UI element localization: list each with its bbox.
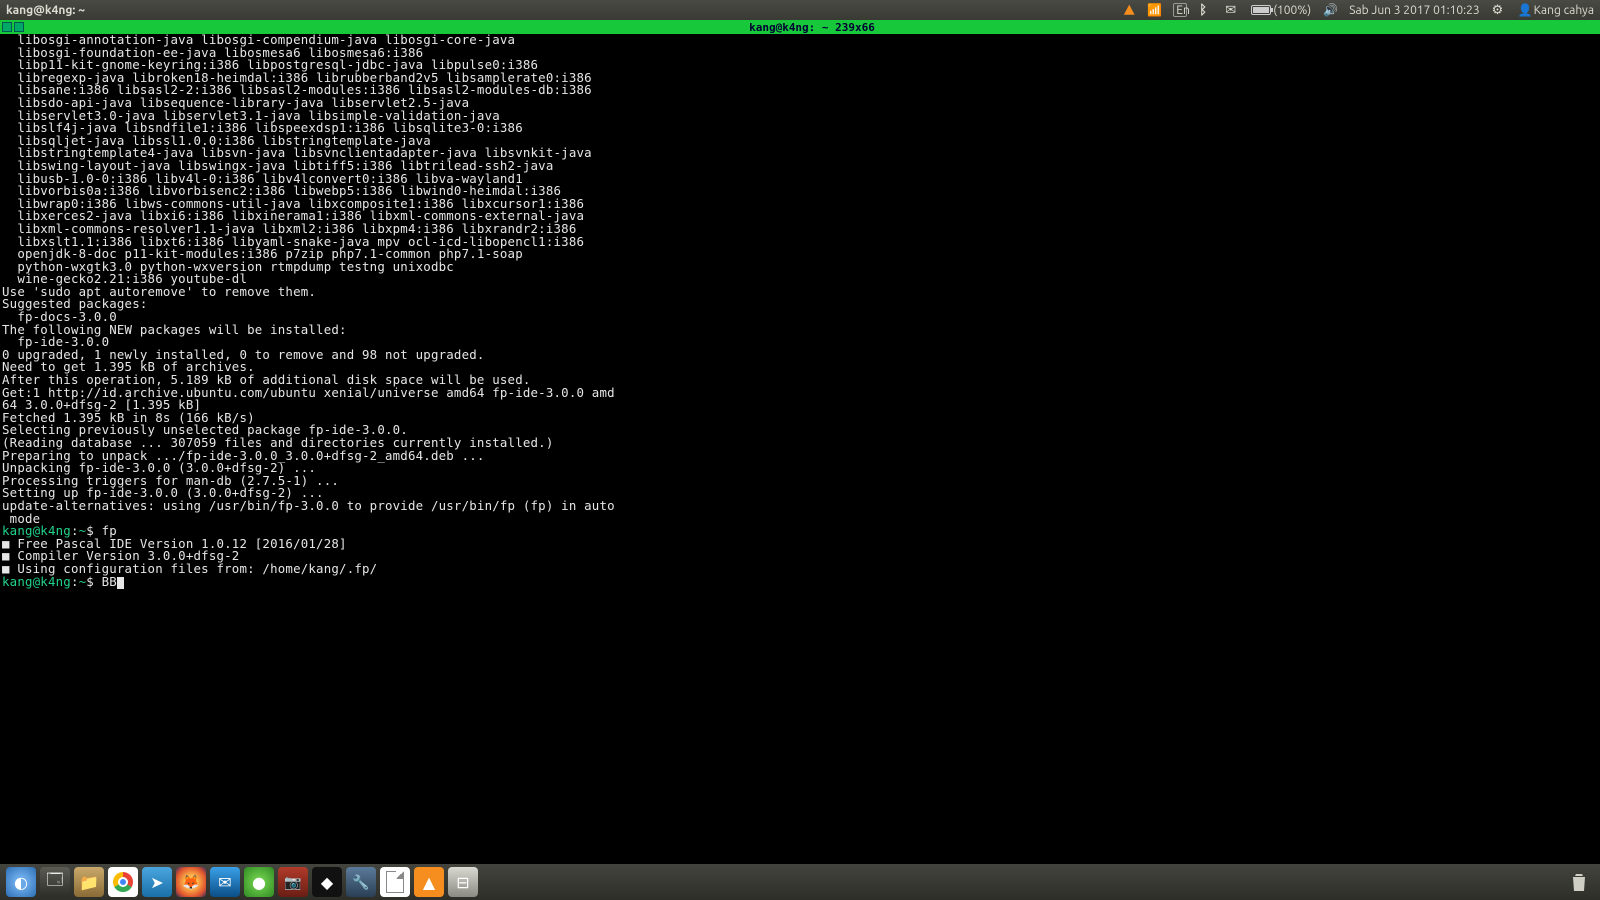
bluetooth-icon[interactable] xyxy=(1199,3,1213,17)
session-icon[interactable] xyxy=(1492,3,1506,17)
window-control-1[interactable] xyxy=(2,22,12,32)
dock-screenshot[interactable]: 📷 xyxy=(278,867,308,897)
keyboard-lang-indicator[interactable]: En xyxy=(1173,3,1187,17)
window-title: kang@k4ng: ~ xyxy=(6,4,85,17)
system-tray: En (100%) Sab Jun 3 2017 01:10:23 Kang c… xyxy=(1123,3,1594,17)
terminal-output[interactable]: libosgi-annotation-java libosgi-compendi… xyxy=(0,34,1600,864)
clock[interactable]: Sab Jun 3 2017 01:10:23 xyxy=(1349,4,1479,17)
chrome-icon xyxy=(113,872,133,892)
network-icon[interactable] xyxy=(1147,3,1161,17)
bottom-dock: ◐🗔📁 ➤🦊✉●📷◆🔧 ▲⊟ xyxy=(0,864,1600,900)
window-control-2[interactable] xyxy=(14,22,24,32)
user-menu[interactable]: Kang cahya xyxy=(1518,3,1594,17)
user-name: Kang cahya xyxy=(1534,4,1594,17)
dock-show-apps[interactable]: ◐ xyxy=(6,867,36,897)
dock-libreoffice[interactable] xyxy=(380,867,410,897)
dock-browser-green[interactable]: ● xyxy=(244,867,274,897)
terminal-titlebar[interactable]: kang@k4ng: ~ 239x66 xyxy=(0,20,1600,34)
dock-file-manager[interactable]: 🗔 xyxy=(40,867,70,897)
dock-chrome[interactable] xyxy=(108,867,138,897)
window-controls[interactable] xyxy=(0,22,24,32)
dock-telegram[interactable]: ➤ xyxy=(142,867,172,897)
battery-indicator[interactable]: (100%) xyxy=(1251,4,1311,17)
dock-files-folder[interactable]: 📁 xyxy=(74,867,104,897)
trash-icon[interactable] xyxy=(1564,867,1594,897)
terminal-title: kang@k4ng: ~ 239x66 xyxy=(24,21,1600,34)
top-panel: kang@k4ng: ~ En (100%) Sab Jun 3 2017 01… xyxy=(0,0,1600,20)
dock-inkscape[interactable]: ◆ xyxy=(312,867,342,897)
cursor xyxy=(117,577,124,589)
document-icon xyxy=(386,871,404,893)
dock-vlc[interactable]: ▲ xyxy=(414,867,444,897)
dock-disks[interactable]: ⊟ xyxy=(448,867,478,897)
dock-thunderbird[interactable]: ✉ xyxy=(210,867,240,897)
dock-system-tools[interactable]: 🔧 xyxy=(346,867,376,897)
vlc-tray-icon[interactable] xyxy=(1123,4,1135,16)
messages-icon[interactable] xyxy=(1225,3,1239,17)
volume-icon[interactable] xyxy=(1323,3,1337,17)
battery-pct: (100%) xyxy=(1273,4,1311,17)
dock-firefox[interactable]: 🦊 xyxy=(176,867,206,897)
